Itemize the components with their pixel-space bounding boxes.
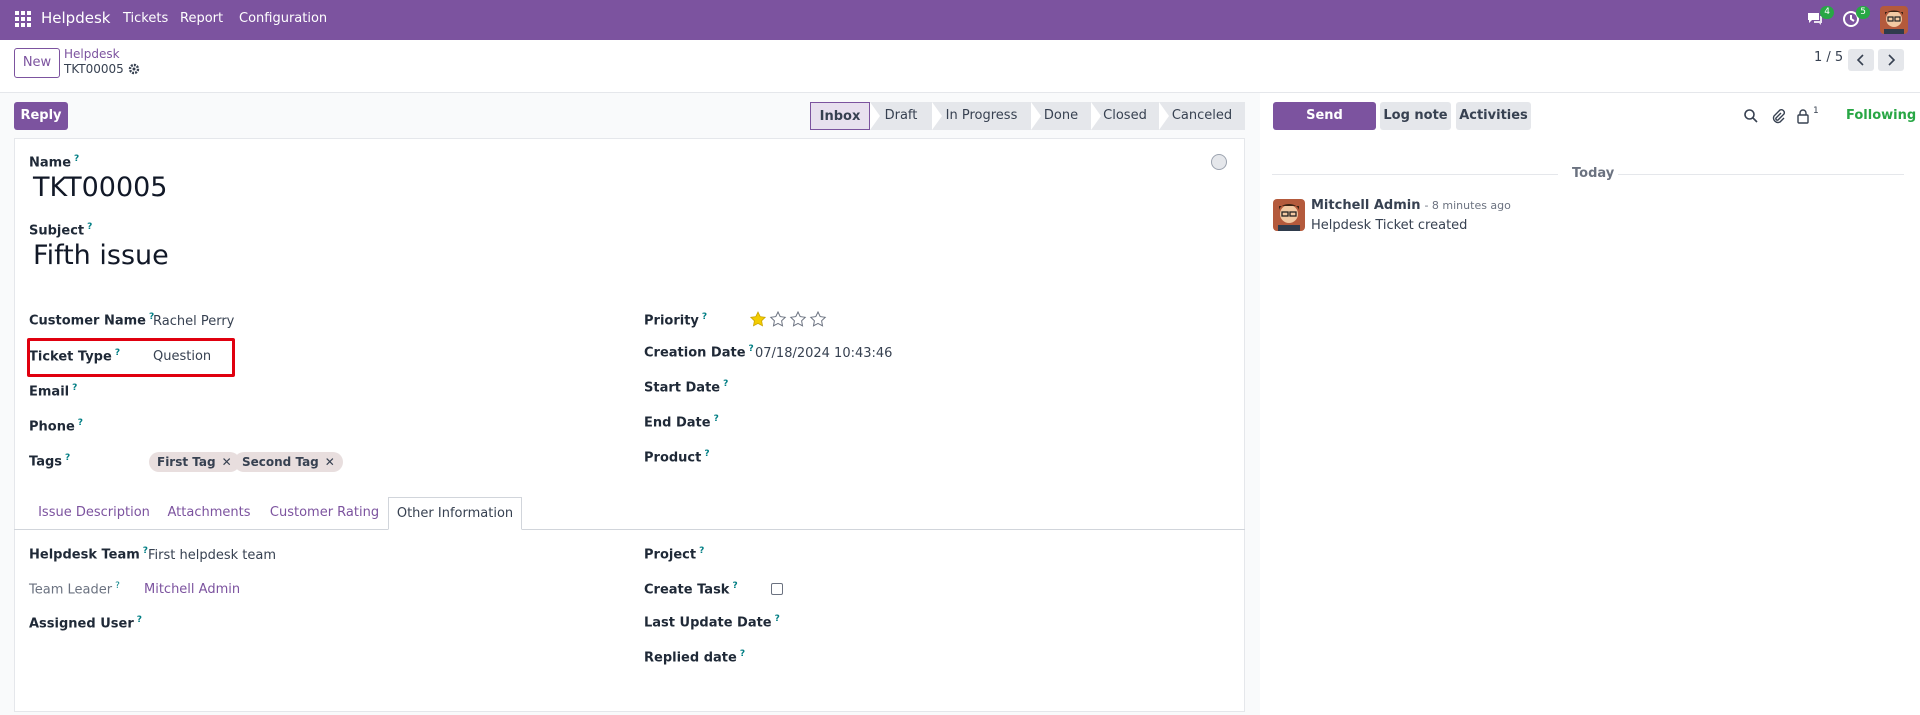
tab-issue-description[interactable]: Issue Description (33, 497, 155, 530)
log-note-button[interactable]: Log note (1380, 102, 1451, 130)
top-navbar: Helpdesk Tickets Report Configuration 4 … (0, 0, 1920, 40)
helpdesk-team-label: Helpdesk Team? (29, 546, 149, 563)
date-separator: Today (1572, 166, 1615, 181)
stage-separator (1091, 102, 1101, 130)
tab-attachments[interactable]: Attachments (159, 497, 259, 530)
date-divider (1618, 174, 1904, 175)
apps-grid-icon[interactable] (15, 11, 31, 27)
message-body: Helpdesk Ticket created (1311, 218, 1468, 233)
gear-icon[interactable] (128, 63, 140, 75)
product-label: Product? (644, 449, 710, 466)
menu-tickets[interactable]: Tickets (123, 11, 168, 26)
stage-in-progress[interactable]: In Progress (932, 102, 1031, 130)
team-leader-field[interactable]: Mitchell Admin (144, 582, 240, 597)
message-time: - 8 minutes ago (1424, 199, 1511, 212)
activities-badge: 5 (1856, 6, 1870, 19)
control-panel (0, 40, 1920, 93)
star-icon (769, 311, 787, 327)
breadcrumb-parent[interactable]: Helpdesk (64, 47, 120, 61)
customer-name-field[interactable]: Rachel Perry (153, 314, 234, 329)
message-author[interactable]: Mitchell Admin - 8 minutes ago (1311, 198, 1511, 213)
pager-next-button[interactable] (1878, 49, 1904, 71)
create-task-label: Create Task? (644, 581, 738, 598)
subject-field[interactable]: Fifth issue (33, 240, 169, 271)
last-update-date-label: Last Update Date? (644, 614, 780, 631)
priority-label: Priority? (644, 312, 708, 329)
reply-button[interactable]: Reply (14, 102, 68, 130)
send-message-button[interactable]: Send message (1273, 102, 1376, 151)
breadcrumb-current: TKT00005 (64, 62, 124, 76)
activities-button[interactable]: Activities (1456, 102, 1531, 130)
name-label: Name? (29, 154, 80, 171)
assigned-user-label: Assigned User? (29, 615, 142, 632)
create-task-checkbox[interactable] (771, 583, 783, 595)
stage-separator (1031, 102, 1041, 130)
tag-chip[interactable]: First Tag ✕ (149, 452, 240, 472)
kanban-state-indicator[interactable] (1211, 154, 1227, 170)
star-icon (809, 311, 827, 327)
activities-clock-icon[interactable]: 5 (1842, 6, 1870, 30)
helpdesk-team-field[interactable]: First helpdesk team (148, 548, 276, 563)
remove-tag-icon[interactable]: ✕ (222, 455, 232, 469)
phone-label: Phone? (29, 418, 84, 435)
start-date-label: Start Date? (644, 379, 729, 396)
customer-name-label: Customer Name? (29, 312, 155, 329)
ticket-type-highlight (27, 338, 235, 377)
date-divider (1272, 174, 1558, 175)
name-field[interactable]: TKT00005 (33, 172, 168, 203)
menu-report[interactable]: Report (180, 11, 223, 26)
new-button[interactable]: New (14, 48, 60, 78)
followers-lock-icon[interactable] (1796, 108, 1812, 124)
following-button[interactable]: Following (1846, 108, 1916, 123)
end-date-label: End Date? (644, 414, 719, 431)
user-avatar[interactable] (1880, 6, 1908, 34)
tab-other-information[interactable]: Other Information (388, 497, 522, 530)
form-sheet (14, 138, 1245, 712)
star-icon (789, 311, 807, 327)
stage-separator (1159, 102, 1169, 130)
stage-separator (932, 102, 942, 130)
menu-configuration[interactable]: Configuration (239, 11, 327, 26)
app-brand[interactable]: Helpdesk (41, 9, 110, 27)
project-label: Project? (644, 546, 705, 563)
search-icon[interactable] (1743, 108, 1759, 124)
tag-chip[interactable]: Second Tag ✕ (234, 452, 343, 472)
stage-inbox[interactable]: Inbox (810, 102, 870, 130)
stage-closed[interactable]: Closed (1091, 102, 1159, 130)
priority-stars[interactable] (750, 311, 830, 329)
tab-customer-rating[interactable]: Customer Rating (264, 497, 385, 530)
messages-badge: 4 (1820, 6, 1834, 19)
chatter-area (1260, 93, 1920, 715)
tags-label: Tags? (29, 453, 71, 470)
followers-count: 1 (1813, 106, 1819, 116)
creation-date-field[interactable]: 07/18/2024 10:43:46 (755, 346, 892, 361)
creation-date-label: Creation Date? (644, 344, 754, 361)
stage-separator (870, 102, 880, 130)
replied-date-label: Replied date? (644, 649, 746, 666)
stage-canceled[interactable]: Canceled (1159, 102, 1245, 130)
email-label: Email? (29, 383, 78, 400)
author-avatar[interactable] (1273, 199, 1305, 231)
team-leader-label: Team Leader? (29, 581, 120, 598)
pager-value[interactable]: 1 / 5 (1814, 50, 1843, 65)
paperclip-icon[interactable] (1770, 108, 1786, 124)
subject-label: Subject? (29, 222, 93, 239)
messages-icon[interactable]: 4 (1806, 6, 1834, 30)
pager-previous-button[interactable] (1848, 49, 1874, 71)
remove-tag-icon[interactable]: ✕ (325, 455, 335, 469)
star-icon (750, 311, 767, 327)
